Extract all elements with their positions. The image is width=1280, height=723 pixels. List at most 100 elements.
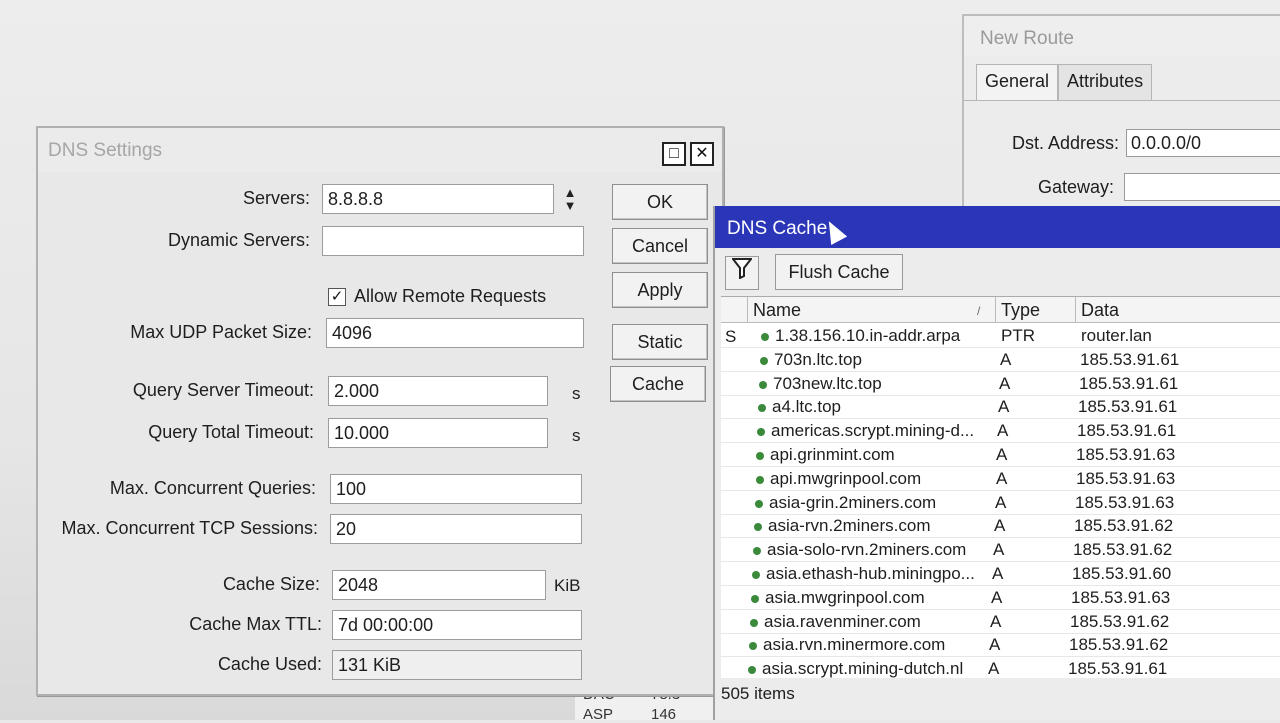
table-row[interactable]: asia-solo-rvn.2miners.com A 185.53.91.62 [721,538,1280,563]
row-name: asia.ravenminer.com [764,611,921,631]
cache-size-label: Cache Size: [222,574,320,594]
status-dot-icon [749,642,757,651]
cache-size-field[interactable]: 2048 [332,570,546,600]
gateway-field[interactable] [1124,173,1280,201]
table-header: Name / Type Data [721,297,1280,323]
window-title[interactable]: New Route [964,16,1280,56]
row-data: 185.53.91.63 [1075,492,1175,512]
table-row[interactable]: a4.ltc.top A 185.53.91.61 [721,395,1280,420]
table-row[interactable]: americas.scrypt.mining-d... A 185.53.91.61 [721,419,1280,444]
max-concurrent-tcp-sessions-label: Max. Concurrent TCP Sessions: [61,518,318,538]
query-server-timeout-field[interactable]: 2.000 [328,376,548,406]
filter-funnel-icon [730,258,754,280]
window-title-bar[interactable]: DNS Cache [715,206,1280,248]
servers-stepper-icon[interactable]: ▲ ▼ [560,186,580,216]
status-dot-icon [754,523,762,532]
table-row[interactable]: 703n.ltc.top A 185.53.91.61 [721,348,1280,372]
cancel-button[interactable]: Cancel [612,228,708,264]
allow-remote-requests-label: Allow Remote Requests [354,286,547,306]
row-data: 185.53.91.63 [1076,468,1176,488]
table-row[interactable]: asia.rvn.minermore.com A 185.53.91.62 [721,633,1280,658]
status-dot-icon [761,333,769,341]
max-udp-packet-size-label: Max UDP Packet Size: [130,322,312,342]
row-type: A [991,587,1003,607]
row-data: 185.53.91.62 [1070,611,1170,631]
table-row[interactable]: asia-rvn.2miners.com A 185.53.91.62 [721,514,1280,539]
row-name: asia-solo-rvn.2miners.com [767,540,967,560]
cache-max-ttl-label: Cache Max TTL: [189,614,322,634]
row-data: 185.53.91.62 [1073,540,1173,560]
filter-icon[interactable] [725,256,759,290]
column-divider [995,297,996,323]
column-header-name[interactable]: Name [753,300,801,321]
flush-cache-button[interactable]: Flush Cache [775,254,903,290]
max-concurrent-queries-field[interactable]: 100 [330,474,582,504]
table-row[interactable]: asia-grin.2miners.com A 185.53.91.63 [721,491,1280,515]
max-concurrent-tcp-sessions-field[interactable]: 20 [330,514,582,544]
column-divider [747,297,748,323]
max-udp-packet-size-field[interactable]: 4096 [326,318,584,348]
cache-used-field: 131 KiB [332,650,582,680]
servers-field[interactable]: 8.8.8.8 [322,184,554,214]
tab-attributes[interactable]: Attributes [1058,64,1153,100]
window-title: DNS Settings [48,140,163,161]
seconds-unit: s [572,384,581,403]
dst-address-field[interactable]: 0.0.0.0/0 [1126,129,1280,157]
title-buttons: □ ✕ [662,142,714,166]
status-dot-icon [755,499,763,508]
query-server-timeout-label: Query Server Timeout: [132,380,314,400]
query-total-timeout-field[interactable]: 10.000 [328,418,548,448]
row-type: A [990,611,1002,631]
table-row[interactable]: S 1.38.156.10.in-addr.arpa PTR router.lan [721,324,1280,348]
tab-general[interactable]: General [976,64,1059,100]
row-data: 185.53.91.60 [1072,564,1172,583]
tab-bar: General Attributes [976,64,1153,100]
row-type: A [996,445,1008,464]
table-row[interactable]: asia.mwgrinpool.com A 185.53.91.63 [721,586,1280,610]
dynamic-servers-field[interactable] [322,226,584,256]
window-title: DNS Cache [727,218,828,239]
cache-used-label: Cache Used: [217,654,322,674]
allow-remote-requests-checkbox[interactable]: ✓ [328,287,346,306]
cache-max-ttl-field[interactable]: 7d 00:00:00 [332,610,582,640]
row-name: api.mwgrinpool.com [770,468,922,488]
row-data: 185.53.91.61 [1079,373,1179,393]
status-dot-icon [756,475,764,484]
row-type: A [995,492,1007,512]
column-header-data[interactable]: Data [1081,300,1119,321]
row-name: 1.38.156.10.in-addr.arpa [775,326,961,345]
row-name: a4.ltc.top [772,397,841,417]
table-row[interactable]: asia.scrypt.mining-dutch.nl A 185.53.91.61 [721,657,1280,678]
table-row[interactable]: asia.ravenminer.com A 185.53.91.62 [721,610,1280,634]
maximize-icon[interactable]: □ [662,142,686,166]
row-type: A [999,373,1011,393]
seconds-unit: s [572,426,581,445]
table-row[interactable]: api.mwgrinpool.com A 185.53.91.63 [721,467,1280,491]
row-data: 185.53.91.61 [1077,421,1177,441]
table-row[interactable]: asia.ethash-hub.miningpo... A 185.53.91.60 [721,562,1280,586]
table-row[interactable]: 703new.ltc.top A 185.53.91.61 [721,372,1280,396]
row-name: 703n.ltc.top [774,349,862,369]
ok-button[interactable]: OK [612,184,708,220]
row-type: A [997,421,1009,441]
row-name: asia.rvn.minermore.com [763,635,946,655]
row-data: 185.53.91.63 [1076,445,1176,464]
row-name: asia-grin.2miners.com [769,492,937,512]
row-type: A [988,659,1000,678]
column-header-type[interactable]: Type [1001,300,1040,321]
allow-remote-requests-row[interactable]: ✓ Allow Remote Requests [328,286,546,307]
apply-button[interactable]: Apply [612,272,708,308]
close-icon[interactable]: ✕ [690,142,714,166]
row-name: asia.mwgrinpool.com [765,587,925,607]
row-type: A [992,564,1004,583]
cache-button[interactable]: Cache [610,366,706,402]
static-button[interactable]: Static [612,324,708,360]
row-data: router.lan [1081,326,1152,345]
window-title-bar[interactable]: DNS Settings □ ✕ [38,128,722,172]
bg-cell: ASP [583,706,614,723]
table-row[interactable]: api.grinmint.com A 185.53.91.63 [721,443,1280,467]
dynamic-servers-label: Dynamic Servers: [167,230,310,250]
status-dot-icon [757,428,765,437]
sort-icon[interactable]: / [977,304,980,318]
status-dot-icon [748,666,756,675]
